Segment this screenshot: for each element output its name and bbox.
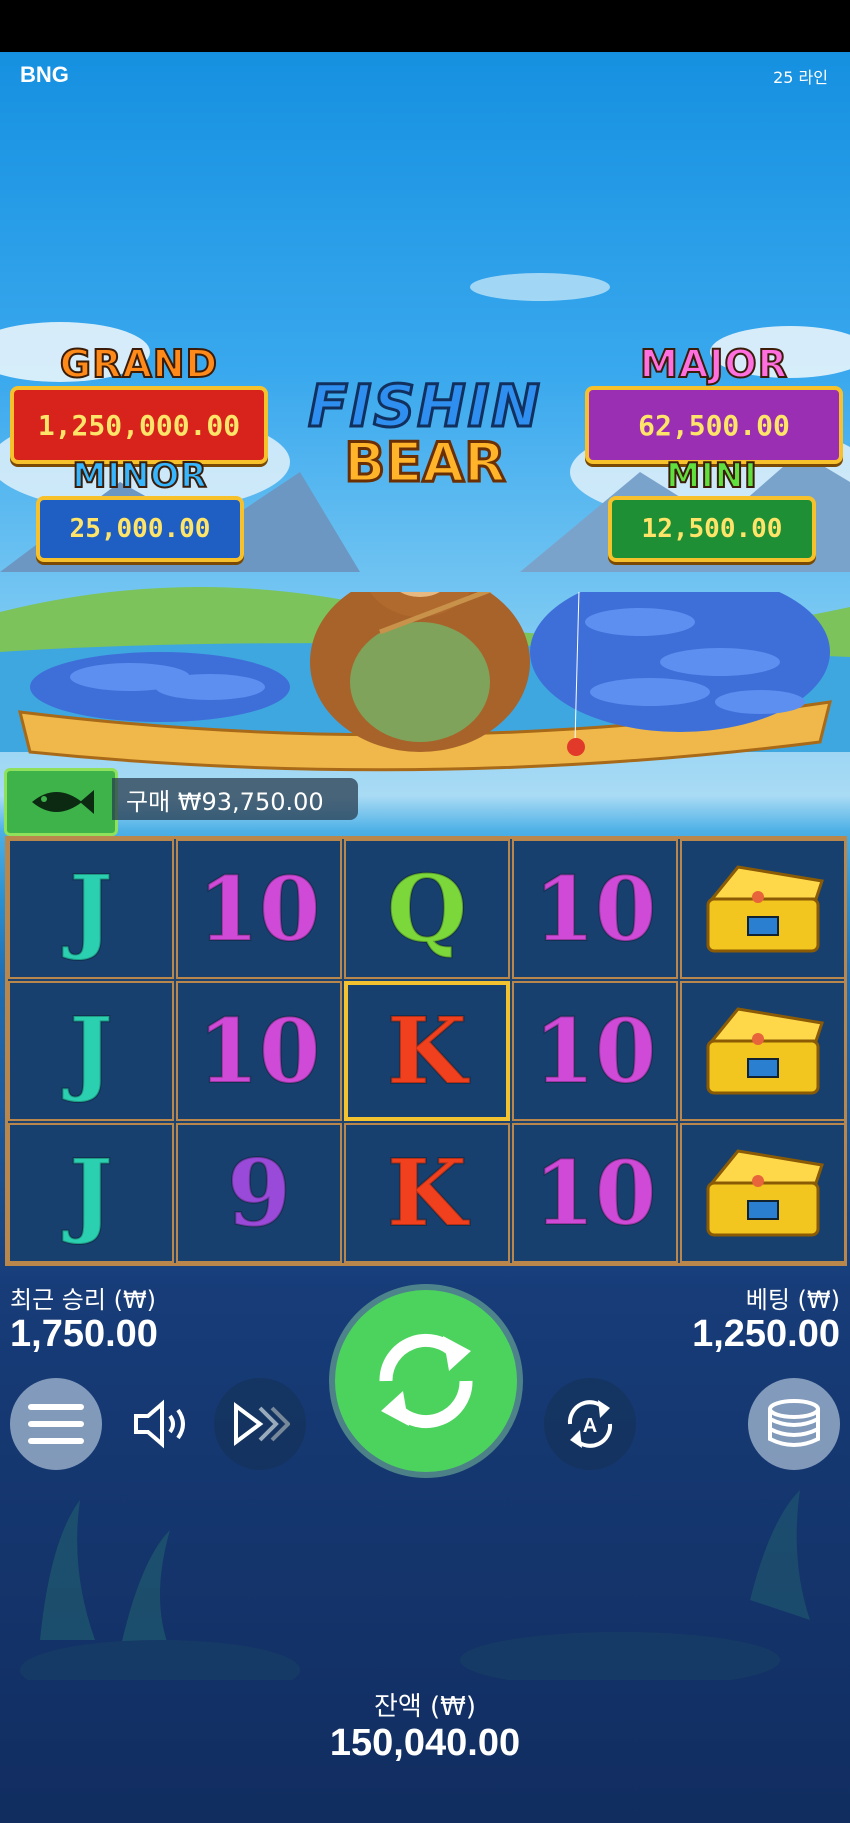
balance-value: 150,040.00 bbox=[329, 1722, 521, 1764]
symbol-k: K bbox=[386, 996, 468, 1106]
autoplay-button[interactable]: A bbox=[544, 1378, 636, 1470]
reel-cell: J bbox=[8, 839, 174, 979]
tackle-box-icon bbox=[706, 865, 824, 953]
bet-value[interactable]: 1,250.00 bbox=[692, 1313, 840, 1356]
reel-cell: J bbox=[8, 1123, 174, 1263]
jackpot-grand: GRAND 1,250,000.00 bbox=[10, 341, 268, 464]
turbo-icon bbox=[234, 1402, 290, 1446]
buy-feature-button[interactable] bbox=[4, 768, 118, 836]
fish-icon bbox=[32, 790, 94, 814]
buy-price-label[interactable]: 구매 ₩93,750.00 bbox=[112, 778, 358, 820]
sound-icon bbox=[134, 1399, 185, 1449]
jackpot-grand-value: 1,250,000.00 bbox=[10, 386, 268, 464]
reel-cell: K bbox=[344, 1123, 510, 1263]
menu-button[interactable] bbox=[10, 1378, 102, 1470]
jackpot-major-value: 62,500.00 bbox=[585, 386, 843, 464]
autoplay-icon: A bbox=[567, 1400, 613, 1448]
symbol-k: K bbox=[386, 1138, 468, 1248]
provider-logo: BNG bbox=[20, 62, 69, 87]
bet-label: 베팅 (₩) bbox=[745, 1286, 840, 1314]
symbol-j: J bbox=[68, 1138, 114, 1248]
bear-boat-illustration bbox=[18, 592, 832, 772]
reel-cell: 10 bbox=[512, 839, 678, 979]
logo-line-2: BEAR bbox=[343, 431, 507, 494]
bet-settings-button[interactable] bbox=[748, 1378, 840, 1470]
jackpot-minor-value: 25,000.00 bbox=[36, 496, 244, 562]
reel-cell: 10 bbox=[176, 839, 342, 979]
jackpot-mini-title: MINI bbox=[665, 455, 758, 497]
game-logo: FISHIN BEAR bbox=[270, 372, 580, 494]
spin-button[interactable] bbox=[335, 1290, 517, 1472]
jackpot-major-title: MAJOR bbox=[639, 341, 788, 387]
menu-icon bbox=[28, 1404, 84, 1444]
reel-cell bbox=[680, 839, 846, 979]
reel-cell: Q bbox=[344, 839, 510, 979]
symbol-q: Q bbox=[386, 854, 468, 964]
svg-text:A: A bbox=[583, 1415, 597, 1437]
tackle-box-icon bbox=[706, 1007, 824, 1095]
paylines-count: 25 라인 bbox=[773, 68, 828, 87]
reel-cell bbox=[680, 1123, 846, 1263]
symbol-9: 9 bbox=[226, 1138, 292, 1248]
symbol-j: J bbox=[68, 996, 114, 1106]
reel-cell-highlighted: K bbox=[344, 981, 510, 1121]
jackpot-minor-title: MINOR bbox=[71, 455, 208, 497]
jackpot-minor: MINOR 25,000.00 bbox=[36, 455, 244, 562]
reel-cell: 9 bbox=[176, 1123, 342, 1263]
reel-cell: J bbox=[8, 981, 174, 1121]
last-win-label: 최근 승리 (₩) bbox=[10, 1286, 157, 1314]
spin-icon bbox=[379, 1334, 473, 1428]
symbol-10: 10 bbox=[533, 856, 657, 962]
tackle-box-icon bbox=[706, 1149, 824, 1237]
coins-icon bbox=[768, 1399, 820, 1447]
reel-cell bbox=[680, 981, 846, 1121]
symbol-10: 10 bbox=[197, 998, 321, 1104]
reel-grid: J 10 Q 10 J 10 K 10 J 9 K 10 bbox=[5, 836, 847, 1266]
sound-button[interactable] bbox=[126, 1388, 198, 1460]
balance-label: 잔액 (₩) bbox=[373, 1692, 477, 1722]
symbol-j: J bbox=[68, 854, 114, 964]
last-win-value: 1,750.00 bbox=[10, 1313, 158, 1355]
jackpot-mini-value: 12,500.00 bbox=[608, 496, 816, 562]
reel-cell: 10 bbox=[512, 981, 678, 1121]
jackpot-mini: MINI 12,500.00 bbox=[608, 455, 816, 562]
reel-cell: 10 bbox=[176, 981, 342, 1121]
symbol-10: 10 bbox=[533, 998, 657, 1104]
symbol-10: 10 bbox=[197, 856, 321, 962]
logo-line-1: FISHIN bbox=[307, 372, 542, 440]
jackpot-grand-title: GRAND bbox=[59, 341, 219, 387]
turbo-button[interactable] bbox=[214, 1378, 306, 1470]
jackpot-major: MAJOR 62,500.00 bbox=[585, 341, 843, 464]
status-bar bbox=[0, 0, 850, 52]
reel-cell: 10 bbox=[512, 1123, 678, 1263]
symbol-10: 10 bbox=[533, 1140, 657, 1246]
